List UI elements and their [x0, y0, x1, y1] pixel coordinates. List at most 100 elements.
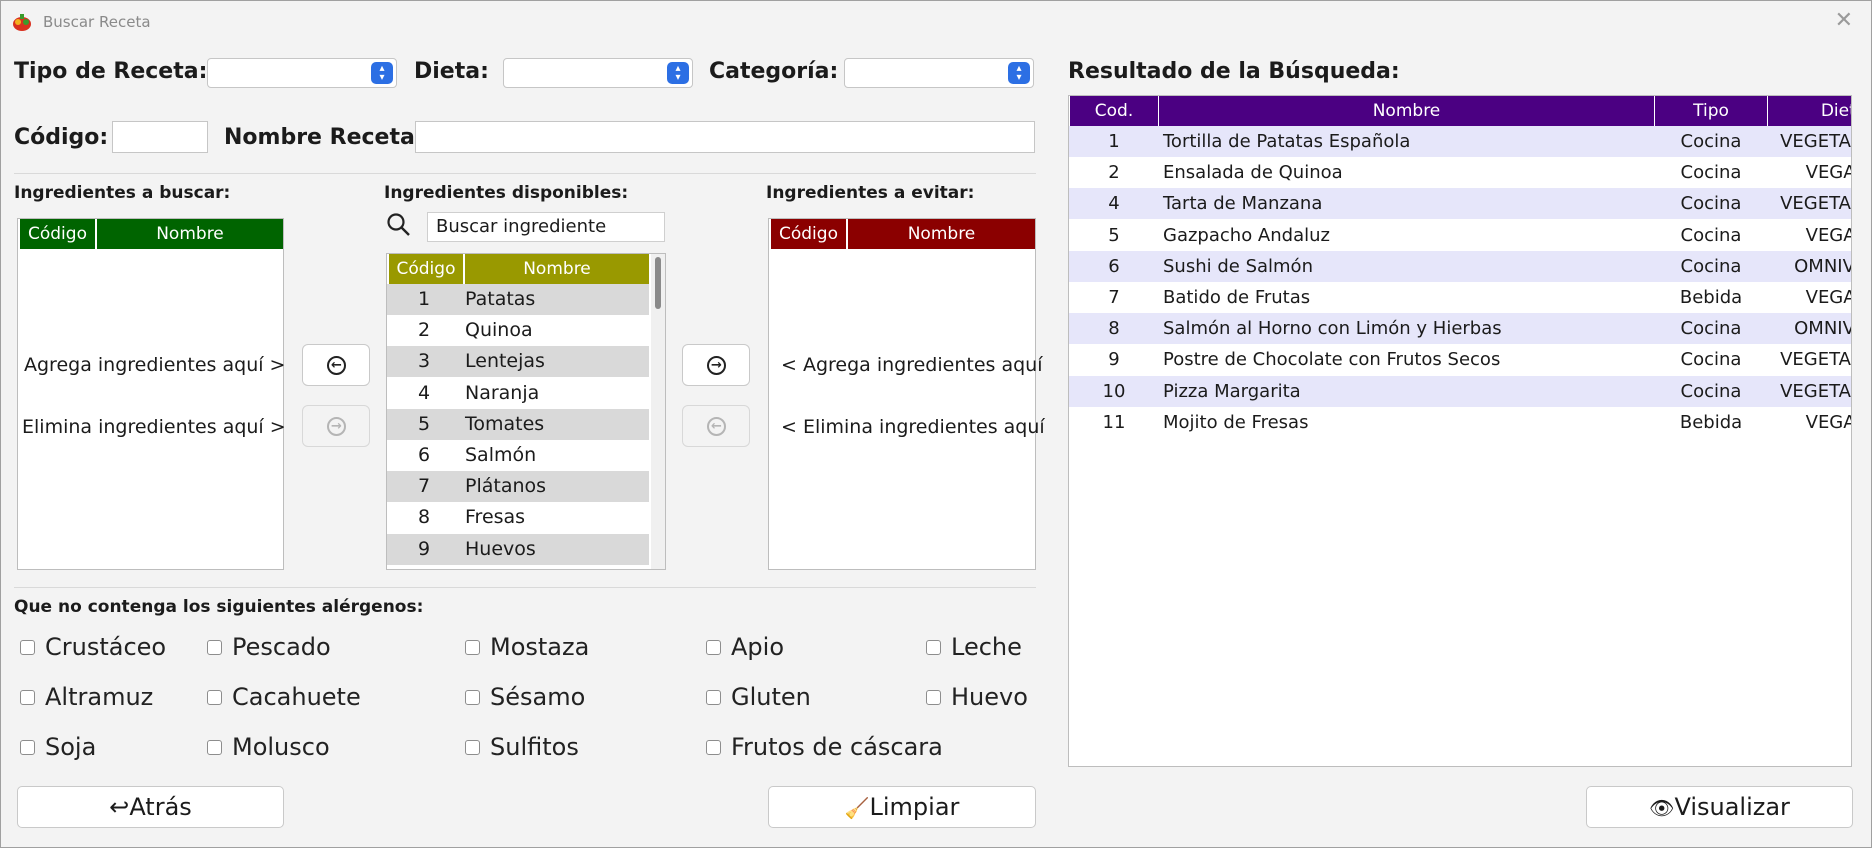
- checkbox-box[interactable]: [706, 740, 721, 755]
- codigo-label: Código:: [14, 125, 109, 150]
- res-cell-tipo: Bebida: [1679, 411, 1743, 433]
- res-cell-tipo: Cocina: [1680, 193, 1742, 215]
- alergeno-label: Altramuz: [45, 683, 154, 711]
- alergeno-label: Frutos de cáscara: [731, 733, 943, 761]
- close-icon[interactable]: ✕: [1835, 10, 1853, 32]
- list-item[interactable]: 3 Lentejas: [387, 346, 649, 378]
- ingredient-codigo: 6: [417, 444, 431, 466]
- chevron-updown-icon: ▴ ▾: [1008, 62, 1030, 84]
- table-row[interactable]: 5 Gazpacho Andaluz Cocina VEGANA: [1069, 219, 1851, 251]
- checkbox-box[interactable]: [207, 690, 222, 705]
- checkbox-box[interactable]: [20, 740, 35, 755]
- res-cell-dieta: VEGANA: [1805, 162, 1851, 184]
- checkbox-box[interactable]: [20, 640, 35, 655]
- resultados-table[interactable]: Cod. Nombre Tipo Dieta 1 Tortilla de Pata…: [1068, 95, 1852, 767]
- limpiar-button[interactable]: 🧹Limpiar: [768, 786, 1036, 828]
- ingredient-nombre: Salmón: [465, 444, 537, 466]
- table-row[interactable]: 2 Ensalada de Quinoa Cocina VEGANA: [1069, 157, 1851, 189]
- disponibles-col-codigo: Código: [389, 254, 463, 284]
- table-row[interactable]: 9 Postre de Chocolate con Frutos Secos Coc…: [1069, 344, 1851, 376]
- checkbox-box[interactable]: [926, 640, 941, 655]
- checkbox-box[interactable]: [20, 690, 35, 705]
- list-item[interactable]: 9 Huevos: [387, 533, 649, 565]
- evitar-hint-remove: < Elimina ingredientes aquí: [781, 416, 1045, 438]
- alergeno-label: Apio: [731, 633, 785, 661]
- dieta-select[interactable]: ▴ ▾: [503, 58, 693, 88]
- remove-from-buscar-button[interactable]: →: [302, 405, 370, 447]
- arrow-right-icon: →: [707, 356, 726, 375]
- res-cell-tipo: Cocina: [1680, 380, 1742, 402]
- buscar-ingredients-table[interactable]: Código Nombre: [17, 218, 284, 570]
- ingredient-search-input[interactable]: Buscar ingrediente: [427, 212, 665, 242]
- back-arrow-icon: ↩: [109, 793, 130, 821]
- add-to-evitar-button[interactable]: →: [682, 344, 750, 386]
- ingredient-codigo: 4: [417, 381, 431, 404]
- scrollbar-thumb[interactable]: [655, 257, 661, 309]
- table-row[interactable]: 11 Mojito de Fresas Bebida VEGANA: [1069, 406, 1851, 438]
- buscar-hint-add: Agrega ingredientes aquí >: [24, 354, 286, 376]
- alergeno-label: Cacahuete: [232, 683, 361, 711]
- list-item[interactable]: 6 Salmón: [387, 440, 649, 471]
- list-item[interactable]: 2 Quinoa: [387, 315, 649, 347]
- res-cell-nombre: Mojito de Fresas: [1163, 411, 1309, 433]
- ingredient-nombre: Quinoa: [465, 319, 533, 342]
- res-cell-cod: 2: [1108, 162, 1120, 184]
- categoria-select[interactable]: ▴ ▾: [844, 58, 1034, 88]
- arrow-left-icon: ←: [327, 356, 346, 375]
- table-row[interactable]: 10 Pizza Margarita Cocina VEGETARIANA: [1069, 375, 1851, 407]
- checkbox-box[interactable]: [926, 690, 941, 705]
- ingredient-nombre: Patatas: [465, 288, 536, 310]
- evitar-ingredients-table[interactable]: Código Nombre: [768, 218, 1036, 570]
- res-cell-tipo: Cocina: [1680, 224, 1742, 246]
- res-cell-nombre: Postre de Chocolate con Frutos Secos: [1163, 349, 1501, 371]
- list-item[interactable]: 7 Plátanos: [387, 471, 649, 503]
- table-row[interactable]: 7 Batido de Frutas Bebida VEGANA: [1069, 282, 1851, 313]
- list-item[interactable]: 8 Fresas: [387, 502, 649, 534]
- checkbox-box[interactable]: [465, 690, 480, 705]
- scrollbar[interactable]: [651, 254, 665, 569]
- table-row[interactable]: 6 Sushi de Salmón Cocina OMNIVORA: [1069, 250, 1851, 282]
- list-item[interactable]: 1 Patatas: [387, 284, 649, 315]
- table-row[interactable]: 1 Tortilla de Patatas Española Cocina VEGET…: [1069, 126, 1851, 157]
- checkbox-box[interactable]: [465, 640, 480, 655]
- alergeno-label: Sésamo: [490, 683, 586, 711]
- nombre-receta-label: Nombre Receta:: [224, 125, 424, 150]
- res-col-cod: Cod.: [1070, 96, 1158, 126]
- res-cell-dieta: VEGETARIANA: [1780, 380, 1851, 402]
- search-icon: [387, 213, 410, 236]
- checkbox-box[interactable]: [465, 740, 480, 755]
- evitar-hint-add: < Agrega ingredientes aquí: [781, 354, 1043, 376]
- res-cell-nombre: Ensalada de Quinoa: [1163, 162, 1343, 184]
- separator: [14, 173, 1036, 174]
- res-cell-dieta: VEGETARIANA: [1780, 193, 1851, 215]
- table-row[interactable]: 8 Salmón al Horno con Limón y Hierbas Coci…: [1069, 313, 1851, 345]
- evitar-col-nombre: Nombre: [848, 219, 1035, 249]
- res-cell-dieta: OMNIVORA: [1794, 255, 1851, 277]
- checkbox-box[interactable]: [706, 640, 721, 655]
- res-cell-cod: 1: [1108, 131, 1120, 152]
- buscar-hint-remove: Elimina ingredientes aquí >: [22, 416, 286, 438]
- remove-from-evitar-button[interactable]: ←: [682, 405, 750, 447]
- res-cell-tipo: Cocina: [1680, 131, 1742, 152]
- list-item[interactable]: 5 Tomates: [387, 408, 649, 440]
- checkbox-box[interactable]: [706, 690, 721, 705]
- checkbox-box[interactable]: [207, 740, 222, 755]
- res-cell-cod: 8: [1108, 318, 1120, 340]
- buscar-col-nombre: Nombre: [97, 219, 283, 249]
- visualizar-button[interactable]: 👁Visualizar: [1586, 786, 1853, 828]
- checkbox-box[interactable]: [207, 640, 222, 655]
- list-item[interactable]: 4 Naranja: [387, 377, 649, 409]
- tipo-receta-select[interactable]: ▴ ▾: [207, 58, 397, 88]
- codigo-input[interactable]: [112, 121, 208, 153]
- res-cell-dieta: VEGANA: [1805, 411, 1851, 433]
- atras-button[interactable]: ↩Atrás: [17, 786, 284, 828]
- ingredient-nombre: Huevos: [465, 537, 536, 560]
- table-row[interactable]: 4 Tarta de Manzana Cocina VEGETARIANA: [1069, 188, 1851, 220]
- res-cell-dieta: VEGANA: [1805, 224, 1851, 246]
- res-cell-nombre: Sushi de Salmón: [1163, 255, 1313, 277]
- title-bar: Buscar Receta ✕: [1, 1, 1871, 43]
- res-cell-tipo: Cocina: [1680, 349, 1742, 371]
- add-to-buscar-button[interactable]: ←: [302, 344, 370, 386]
- nombre-receta-input[interactable]: [415, 121, 1035, 153]
- disponibles-ingredients-table[interactable]: Código Nombre 1 Patatas 2 Quinoa 3 Lentejas 4 N…: [386, 253, 666, 570]
